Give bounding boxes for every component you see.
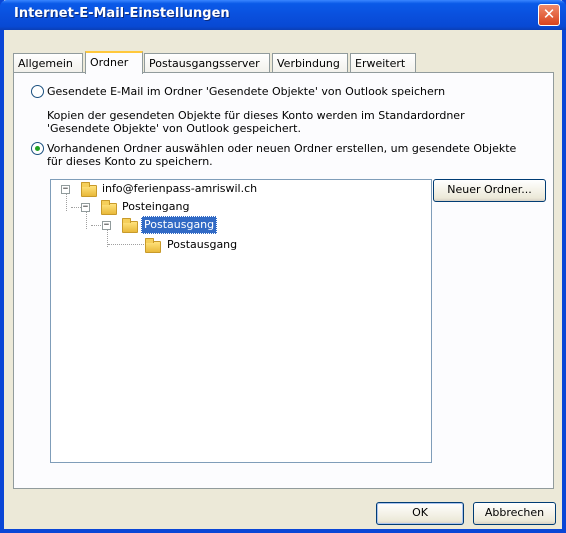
- outbox-folder-icon: [122, 218, 138, 233]
- tree-line: [108, 244, 144, 245]
- cancel-button[interactable]: Abbrechen: [473, 502, 556, 525]
- tab-label: Postausgangsserver: [149, 57, 260, 70]
- save-default-description-1: Kopien der gesendeten Objekte für dieses…: [47, 109, 465, 122]
- tree-label-account: info@ferienpass-amriswil.ch: [102, 182, 258, 195]
- tree-line: [86, 212, 87, 229]
- collapse-icon[interactable]: −: [61, 185, 70, 194]
- radio-save-default[interactable]: [31, 85, 44, 98]
- radio-save-default-label[interactable]: Gesendete E-Mail im Ordner 'Gesendete Ob…: [47, 85, 445, 98]
- radio-choose-folder[interactable]: [31, 142, 44, 155]
- tree-line: [66, 194, 67, 211]
- tab-postausgangsserver[interactable]: Postausgangsserver: [144, 53, 270, 73]
- tree-label-posteingang: Posteingang: [122, 200, 190, 213]
- radio-choose-folder-label-2: für dieses Konto zu speichern.: [47, 155, 213, 168]
- collapse-icon[interactable]: −: [102, 221, 111, 230]
- title-bar[interactable]: Internet-E-Mail-Einstellungen ✕: [0, 0, 566, 30]
- tree-label-postausgang-child: Postausgang: [167, 238, 238, 251]
- tab-erweitert[interactable]: Erweitert: [350, 53, 416, 73]
- tab-label: Verbindung: [277, 57, 340, 70]
- inbox-folder-icon: [101, 200, 117, 215]
- save-default-description-2: 'Gesendete Objekte' von Outlook gespeich…: [47, 122, 301, 135]
- tab-panel-ordner: Gesendete E-Mail im Ordner 'Gesendete Ob…: [13, 72, 554, 489]
- tab-label: Erweitert: [355, 57, 406, 70]
- collapse-icon[interactable]: −: [81, 203, 90, 212]
- tab-label: Allgemein: [18, 57, 73, 70]
- window-title: Internet-E-Mail-Einstellungen: [14, 6, 230, 21]
- tab-ordner[interactable]: Ordner: [85, 51, 143, 74]
- close-icon[interactable]: ✕: [538, 4, 560, 26]
- tab-verbindung[interactable]: Verbindung: [272, 53, 348, 73]
- folder-tree[interactable]: − info@ferienpass-amriswil.ch − Posteing…: [50, 179, 432, 463]
- mailbox-icon: [81, 182, 97, 197]
- tab-allgemein[interactable]: Allgemein: [13, 53, 83, 73]
- tree-label-postausgang-selected: Postausgang: [141, 216, 218, 234]
- tab-label: Ordner: [90, 56, 129, 69]
- new-folder-button[interactable]: Neuer Ordner...: [433, 179, 546, 202]
- ok-button[interactable]: OK: [376, 502, 464, 525]
- folder-icon: [145, 238, 161, 253]
- radio-choose-folder-label-1[interactable]: Vorhandenen Ordner auswählen oder neuen …: [47, 142, 516, 155]
